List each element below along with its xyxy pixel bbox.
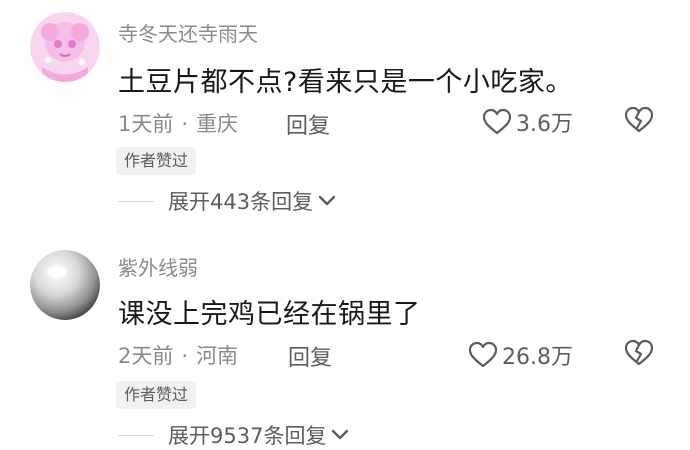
author-liked-badge: 作者赞过 [116, 381, 197, 409]
comment-item: 紫外线弱 课没上完鸡已经在锅里了 2天前 · 河南 回复 26.8万 作者赞过 展开… [0, 0, 690, 448]
username[interactable]: 紫外线弱 [118, 252, 198, 281]
like-count: 26.8万 [502, 345, 573, 370]
expand-divider [118, 434, 154, 436]
avatar[interactable] [30, 250, 100, 320]
broken-heart-icon [624, 339, 654, 366]
dislike-button[interactable] [624, 339, 654, 371]
comment-location: 河南 [196, 344, 239, 368]
comment-text: 课没上完鸡已经在锅里了 [118, 299, 421, 330]
silver-sphere-avatar-icon [30, 250, 100, 320]
heart-outline-icon [468, 341, 498, 368]
expand-replies-label: 展开9537条回复 [168, 424, 327, 448]
meta-separator: · [181, 344, 189, 368]
comment-meta: 2天前 · 河南 [118, 340, 238, 370]
comment-time: 2天前 [118, 344, 174, 368]
reply-button[interactable]: 回复 [288, 340, 332, 372]
chevron-down-icon [332, 429, 349, 440]
like-button[interactable]: 26.8万 [468, 339, 573, 371]
expand-replies[interactable]: 展开9537条回复 [118, 420, 350, 450]
